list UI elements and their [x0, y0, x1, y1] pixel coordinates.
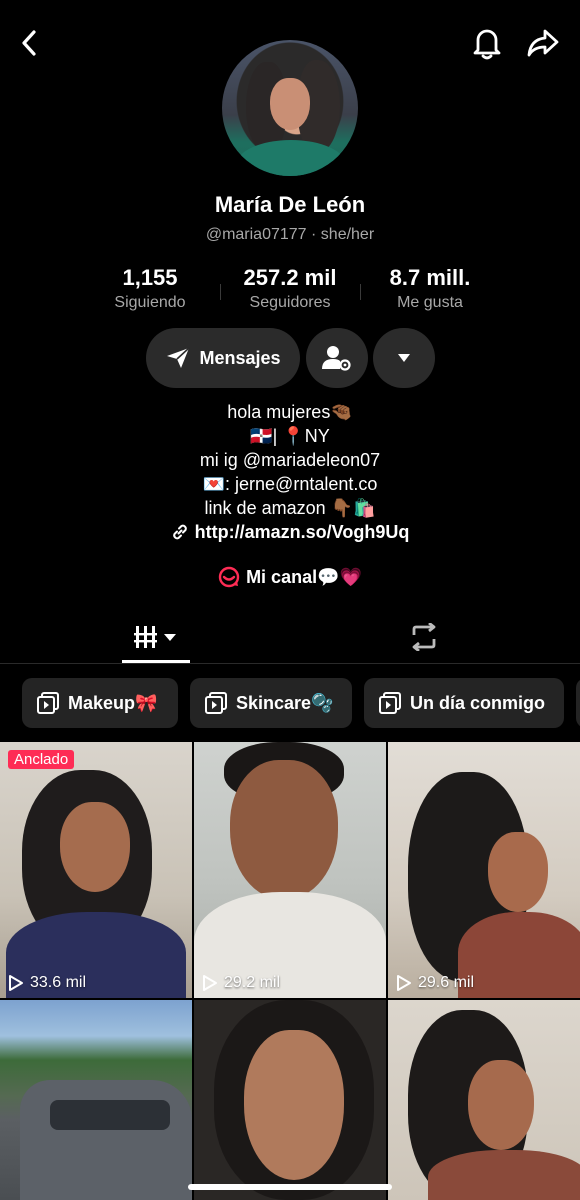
add-friend-settings-button[interactable]	[306, 328, 368, 388]
stat-label: Me gusta	[397, 294, 463, 311]
profile-handle: @maria07177 · she/her	[205, 226, 375, 243]
bio-line: 🇩🇴| 📍NY	[250, 426, 330, 446]
message-button-label: Mensajes	[199, 347, 281, 368]
stat-likes[interactable]: 8.7 mill. Me gusta	[360, 264, 500, 314]
active-tab-indicator	[122, 660, 190, 663]
tab-videos[interactable]	[122, 612, 190, 662]
repost-icon	[412, 623, 436, 651]
video-thumbnail[interactable]	[388, 1000, 580, 1200]
message-button[interactable]: Mensajes	[146, 328, 300, 388]
profile-stats: 1,155 Siguiendo 257.2 mil Seguidores 8.7…	[0, 264, 580, 316]
share-button[interactable]	[524, 24, 562, 62]
bio-line: hola mujeres🤏🏾	[227, 402, 353, 422]
playlist-icon	[37, 692, 59, 714]
stat-value: 257.2 mil	[243, 265, 337, 290]
channel-link[interactable]: Mi canal💬💗	[0, 566, 580, 588]
video-thumbnail[interactable]: Anclado 33.6 mil	[0, 742, 192, 998]
channel-icon	[218, 566, 240, 588]
more-dropdown-button[interactable]	[373, 328, 435, 388]
playlist-icon	[205, 692, 227, 714]
notifications-button[interactable]	[470, 24, 504, 62]
playlist-label: Un día conmigo	[410, 692, 545, 713]
chevron-down-icon	[398, 354, 410, 362]
link-icon	[172, 524, 187, 540]
stat-label: Seguidores	[249, 294, 331, 311]
share-icon	[527, 29, 559, 57]
bio-line: mi ig @mariadeleon07	[199, 450, 381, 470]
video-thumbnail[interactable]: 29.2 mil	[194, 742, 386, 998]
playlist-un-dia-conmigo[interactable]: Un día conmigo	[364, 678, 564, 728]
chevron-left-icon	[22, 30, 36, 56]
view-count: 29.2 mil	[202, 974, 280, 992]
view-count-text: 29.2 mil	[224, 974, 281, 991]
avatar[interactable]	[222, 40, 358, 176]
playlist-skincare[interactable]: Skincare🫧	[190, 678, 352, 728]
playlist-icon	[379, 692, 401, 714]
play-icon	[203, 975, 217, 991]
view-count-text: 29.6 mil	[418, 974, 475, 991]
pinned-badge: Anclado	[8, 750, 75, 769]
stat-following[interactable]: 1,155 Siguiendo	[80, 264, 220, 314]
back-button[interactable]	[14, 26, 44, 60]
profile-tabs	[0, 612, 580, 664]
grid-icon	[134, 626, 176, 648]
video-grid: Anclado 33.6 mil 29.2 mil 29.6 mil	[0, 742, 580, 1200]
view-count: 29.6 mil	[396, 974, 474, 992]
send-icon	[167, 347, 191, 368]
video-thumbnail[interactable]: 29.6 mil	[388, 742, 580, 998]
play-icon	[397, 975, 411, 991]
video-thumbnail[interactable]	[194, 1000, 386, 1200]
stat-label: Siguiendo	[114, 294, 186, 311]
playlist-label: Skincare🫧	[236, 692, 334, 713]
tab-reposts[interactable]	[402, 616, 446, 658]
view-count: 33.6 mil	[8, 974, 86, 992]
play-icon	[9, 975, 23, 991]
view-count-text: 33.6 mil	[30, 974, 87, 991]
stat-value: 8.7 mill.	[389, 265, 471, 290]
playlist-makeup[interactable]: Makeup🎀	[22, 678, 178, 728]
playlist-label: Makeup🎀	[68, 692, 158, 713]
add-friend-settings-icon	[322, 346, 351, 371]
profile-name: María De León	[214, 192, 366, 217]
bio-link[interactable]: http://amazn.so/Vogh9Uq	[0, 520, 580, 544]
stat-followers[interactable]: 257.2 mil Seguidores	[220, 264, 360, 314]
video-thumbnail[interactable]	[0, 1000, 192, 1200]
bio-line: 💌: jerne@rntalent.co	[202, 474, 378, 494]
stat-value: 1,155	[122, 265, 178, 290]
bio: hola mujeres🤏🏾 🇩🇴| 📍NY mi ig @mariadeleo…	[0, 400, 580, 544]
playlist-overflow[interactable]	[576, 678, 580, 728]
action-buttons: Mensajes	[0, 328, 580, 390]
channel-link-label: Mi canal💬💗	[246, 566, 362, 587]
playlists-row: Makeup🎀 Skincare🫧 Un día conmigo	[0, 678, 580, 728]
bio-line: link de amazon 👇🏾🛍️	[204, 498, 376, 518]
bio-link-text: http://amazn.so/Vogh9Uq	[194, 522, 410, 542]
bell-icon	[473, 29, 501, 60]
home-indicator	[188, 1184, 392, 1190]
